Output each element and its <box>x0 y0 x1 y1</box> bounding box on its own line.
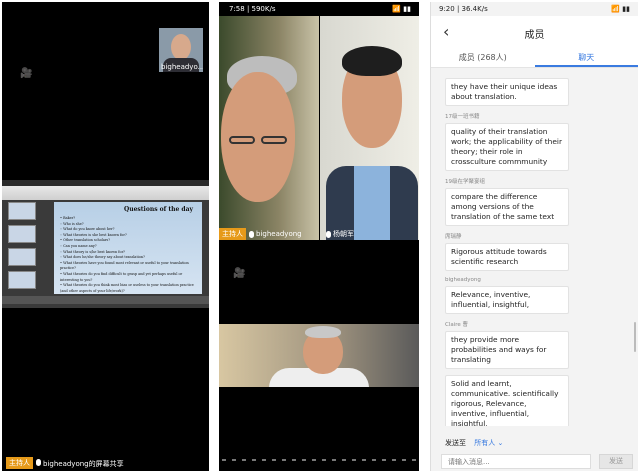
video-tile-host[interactable]: 🎥 主持人 bigheadyong <box>219 16 319 240</box>
panel-header: ‹ 成员 <box>431 16 638 48</box>
participant-thumbnail[interactable]: bigheadyo... <box>159 28 203 72</box>
message-input[interactable] <box>441 454 591 469</box>
tile-label: 杨朝军 <box>326 228 354 240</box>
app-ribbon <box>2 186 209 200</box>
shared-screen: Questions of the day • Baker? ◦ Who is s… <box>2 180 209 308</box>
message-sender: 席瑞静 <box>445 234 462 240</box>
send-button[interactable]: 发送 <box>599 454 633 469</box>
host-badge: 主持人 <box>6 457 33 469</box>
chat-message: 席瑞静 Rigorous attitude towards scientific… <box>445 232 638 271</box>
chevron-down-icon: ⌄ <box>497 439 504 447</box>
chat-message: 17级一班书籍 quality of their translation wor… <box>445 112 638 171</box>
tab-chat[interactable]: 聊天 <box>534 48 638 67</box>
message-bubble: Relevance, inventive, influential, insig… <box>445 286 569 314</box>
participant-name: bigheadyong <box>256 230 302 238</box>
slide-canvas: Questions of the day • Baker? ◦ Who is s… <box>54 202 202 294</box>
recording-icon: 🎥 <box>233 268 246 279</box>
chat-message: they have their unique ideas about trans… <box>445 78 638 106</box>
slide-thumbnail[interactable] <box>8 271 36 289</box>
chat-message: 19级在学聚宴组 compare the difference among ve… <box>445 177 638 226</box>
message-sender: bigheadyong <box>445 277 481 283</box>
mic-icon <box>326 230 331 238</box>
video-grid-panel: 7:58 | 590K/s 📶 ▮▮ 🎥 主持人 bigheadyong 杨朝军 <box>219 2 419 471</box>
send-to-label: 发送至 <box>445 439 466 447</box>
message-bubble: quality of their translation work; the a… <box>445 123 569 171</box>
tab-members[interactable]: 成员 (268人) <box>431 48 535 67</box>
video-tile-participant[interactable] <box>219 324 419 387</box>
slide-thumbnail[interactable] <box>8 202 36 220</box>
chat-message-list[interactable]: they have their unique ideas about trans… <box>431 74 638 426</box>
share-footer: 主持人 bigheadyong的屏幕共享 <box>2 457 209 471</box>
message-bubble: they provide more probabilities and ways… <box>445 331 569 369</box>
slide-thumbnail[interactable] <box>8 248 36 266</box>
message-sender: Claire 曹 <box>445 322 469 328</box>
screen-share-panel: 🎥 bigheadyo... Questions of the day • Ba… <box>2 2 209 471</box>
chat-message: Claire 曹 they provide more probabilities… <box>445 320 638 369</box>
message-sender: 17级一班书籍 <box>445 114 480 120</box>
person-glasses <box>261 136 287 144</box>
slide-thumbnails <box>8 202 38 298</box>
phone-status-bar: 9:20 | 36.4K/s 📶 ▮▮ <box>431 2 638 16</box>
message-bubble: Rigorous attitude towards scientific res… <box>445 243 569 271</box>
screenshot-collage: 🎥 bigheadyo... Questions of the day • Ba… <box>0 0 640 473</box>
chat-scrollbar[interactable] <box>634 322 636 352</box>
chat-message: Solid and learnt, communicative. scienti… <box>445 375 638 426</box>
message-bubble: compare the difference among versions of… <box>445 188 569 226</box>
person-hair <box>342 46 402 76</box>
recording-icon: 🎥 <box>20 68 33 79</box>
slide-thumbnail[interactable] <box>8 225 36 243</box>
thumbnail-label: bigheadyo... <box>161 63 203 71</box>
os-dock <box>2 296 209 304</box>
send-to-selector[interactable]: 所有人 ⌄ <box>474 439 503 447</box>
host-badge: 主持人 <box>219 228 246 240</box>
tile-label: 主持人 bigheadyong <box>219 228 302 240</box>
message-bubble: Solid and learnt, communicative. scienti… <box>445 375 569 426</box>
mic-icon <box>36 459 41 466</box>
status-icons: 📶 ▮▮ <box>392 5 411 13</box>
mic-icon <box>249 230 254 238</box>
status-time: 7:58 | 590K/s <box>229 5 276 13</box>
slide-body: • Baker? ◦ Who is she? ◦ What do you kno… <box>60 216 198 294</box>
status-icons: 📶 ▮▮ <box>611 5 630 13</box>
message-bubble: they have their unique ideas about trans… <box>445 78 569 106</box>
panel-tabs: 成员 (268人) 聊天 <box>431 48 638 68</box>
participant-name: 杨朝军 <box>333 230 354 238</box>
video-tile-participant[interactable]: 杨朝军 <box>320 16 419 240</box>
person-glasses <box>229 136 255 144</box>
message-compose: 发送 <box>441 454 633 469</box>
send-to-row: 发送至 所有人 ⌄ <box>445 438 503 448</box>
slide-line: • What theories do you think most bias o… <box>60 283 194 293</box>
send-to-value: 所有人 <box>474 439 496 447</box>
members-panel: 9:20 | 36.4K/s 📶 ▮▮ ‹ 成员 成员 (268人) 聊天 th… <box>430 2 638 471</box>
status-time: 9:20 | 36.4K/s <box>439 5 488 13</box>
person-hair <box>305 326 341 338</box>
share-owner-text: bigheadyong的屏幕共享 <box>43 460 124 468</box>
message-sender: 19级在学聚宴组 <box>445 179 485 185</box>
slide-title: Questions of the day <box>124 206 193 213</box>
page-title: 成员 <box>524 30 545 41</box>
participant-face <box>171 34 191 60</box>
page-indicator <box>219 459 419 463</box>
slide-line: • What theories do you find difficult to… <box>60 271 183 282</box>
chat-message: bigheadyong Relevance, inventive, influe… <box>445 277 638 314</box>
slide-line: • What theories have you found most rele… <box>60 260 189 271</box>
person-shirt <box>354 166 390 240</box>
phone-status-bar: 7:58 | 590K/s 📶 ▮▮ <box>219 2 419 16</box>
share-owner-label: bigheadyong的屏幕共享 <box>36 459 124 469</box>
